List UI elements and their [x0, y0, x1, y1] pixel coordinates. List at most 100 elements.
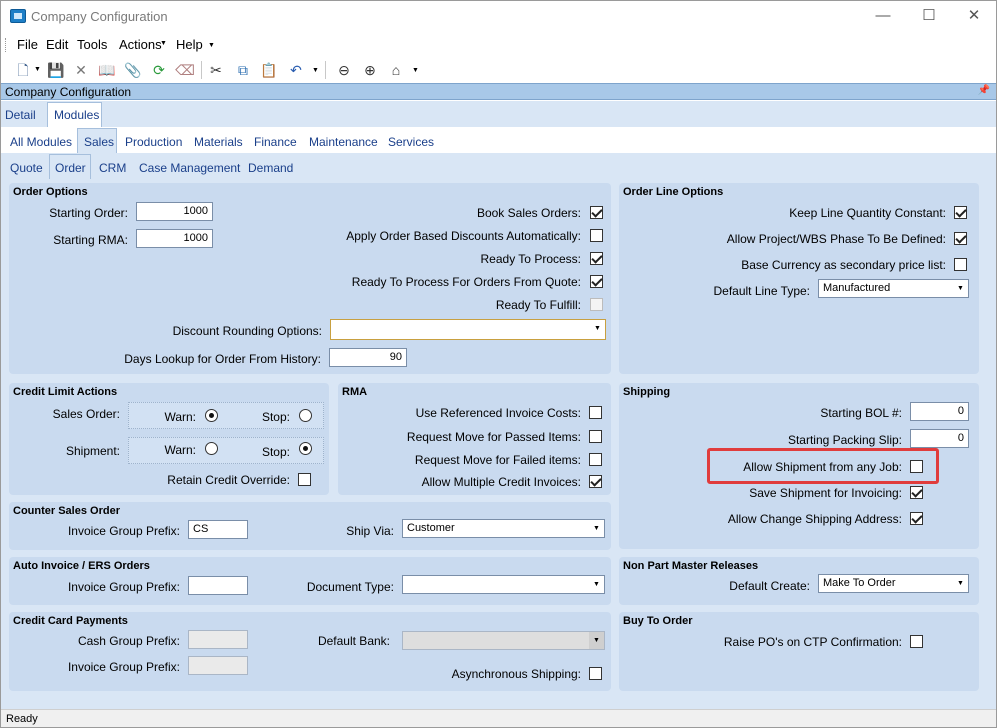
group-title: Buy To Order: [623, 615, 693, 627]
chevron-down-icon[interactable]: ▼: [312, 67, 319, 74]
group-title: Order Line Options: [623, 186, 724, 198]
forward-icon[interactable]: ⊕: [360, 60, 380, 80]
copy-icon[interactable]: ⧉: [233, 60, 253, 80]
menu-actions[interactable]: Actions: [119, 37, 162, 52]
document-type-label: Document Type:: [306, 580, 394, 594]
attach-icon[interactable]: 📎: [123, 60, 143, 80]
base-currency-label: Base Currency as secondary price list:: [741, 258, 946, 272]
ready-from-quote-label: Ready To Process For Orders From Quote:: [351, 275, 581, 289]
panel-header: Company Configuration 📌: [1, 83, 996, 100]
apply-discounts-checkbox[interactable]: [590, 229, 603, 242]
chevron-down-icon[interactable]: ▼: [589, 520, 604, 537]
status-text: Ready: [6, 713, 38, 725]
tab-sales[interactable]: Sales: [77, 128, 117, 153]
cut-icon[interactable]: ✂: [206, 60, 226, 80]
days-lookup-field[interactable]: 90: [329, 348, 407, 367]
highlight-box: [707, 448, 939, 484]
starting-order-field[interactable]: 1000: [136, 202, 213, 221]
chevron-down-icon[interactable]: ▼: [590, 320, 605, 337]
menu-tools[interactable]: Tools: [77, 37, 107, 52]
toolbar: 🗋 ▼ 💾 ✕ 📖 📎 ⟳ ⌫ ✂ ⧉ 📋 ↶ ▼ ⊖ ⊕ ⌂ ▼: [1, 57, 996, 83]
async-shipping-checkbox[interactable]: [589, 667, 602, 680]
default-bank-label: Default Bank:: [317, 634, 390, 648]
home-icon[interactable]: ⌂: [386, 60, 406, 80]
starting-bol-field[interactable]: 0: [910, 402, 969, 421]
save-shipment-label: Save Shipment for Invoicing:: [749, 486, 902, 500]
menu-help[interactable]: Help: [176, 37, 203, 52]
book-icon[interactable]: 📖: [97, 60, 117, 80]
raise-po-checkbox[interactable]: [910, 635, 923, 648]
back-icon[interactable]: ⊖: [334, 60, 354, 80]
refresh-icon[interactable]: ⟳: [149, 60, 169, 80]
starting-packing-field[interactable]: 0: [910, 429, 969, 448]
sales-order-label: Sales Order:: [52, 407, 120, 421]
menu-file[interactable]: File: [17, 37, 38, 52]
ship-via-select[interactable]: Customer ▼: [402, 519, 605, 538]
starting-rma-field[interactable]: 1000: [136, 229, 213, 248]
chevron-down-icon[interactable]: ▼: [589, 576, 604, 593]
maximize-icon[interactable]: ☐: [906, 1, 952, 32]
document-type-select[interactable]: ▼: [402, 575, 605, 594]
ready-to-fulfill-label: Ready To Fulfill:: [495, 298, 581, 312]
group-title: Non Part Master Releases: [623, 560, 759, 572]
chevron-down-icon: ▼: [160, 40, 167, 47]
request-failed-checkbox[interactable]: [589, 453, 602, 466]
save-shipment-checkbox[interactable]: [910, 486, 923, 499]
chevron-down-icon[interactable]: ▼: [953, 575, 968, 592]
paste-icon[interactable]: 📋: [259, 60, 279, 80]
buy-to-order-group: Buy To Order: [619, 612, 979, 691]
new-icon[interactable]: 🗋: [13, 60, 33, 80]
delete-icon[interactable]: ✕: [71, 60, 91, 80]
invoice-prefix-field[interactable]: [188, 576, 248, 595]
tab-modules[interactable]: Modules: [47, 102, 102, 127]
allow-project-checkbox[interactable]: [954, 232, 967, 245]
pin-icon[interactable]: 📌: [978, 85, 990, 96]
invoice-prefix-field[interactable]: CS: [188, 520, 248, 539]
ready-to-process-checkbox[interactable]: [590, 252, 603, 265]
retain-override-checkbox[interactable]: [298, 473, 311, 486]
allow-multiple-label: Allow Multiple Credit Invoices:: [421, 475, 581, 489]
use-referenced-checkbox[interactable]: [589, 406, 602, 419]
minimize-icon[interactable]: —: [860, 1, 906, 32]
default-create-select[interactable]: Make To Order ▼: [818, 574, 969, 593]
retain-override-label: Retain Credit Override:: [167, 473, 290, 487]
default-create-label: Default Create:: [729, 579, 810, 593]
ready-from-quote-checkbox[interactable]: [590, 275, 603, 288]
menu-edit[interactable]: Edit: [46, 37, 68, 52]
eraser-icon[interactable]: ⌫: [175, 60, 195, 80]
book-sales-orders-checkbox[interactable]: [590, 206, 603, 219]
close-icon[interactable]: ✕: [951, 1, 996, 32]
title-bar: Company Configuration — ☐ ✕: [1, 1, 996, 32]
discount-rounding-select[interactable]: ▼: [330, 319, 606, 340]
app-icon: [10, 9, 26, 23]
allow-multiple-checkbox[interactable]: [589, 475, 602, 488]
book-sales-orders-label: Book Sales Orders:: [476, 206, 581, 220]
use-referenced-label: Use Referenced Invoice Costs:: [415, 406, 581, 420]
allow-change-address-checkbox[interactable]: [910, 512, 923, 525]
keep-line-qty-checkbox[interactable]: [954, 206, 967, 219]
group-title: Credit Limit Actions: [13, 386, 118, 398]
default-line-type-select[interactable]: Manufactured ▼: [818, 279, 969, 298]
starting-packing-label: Starting Packing Slip:: [787, 433, 902, 447]
chevron-down-icon[interactable]: ▼: [953, 280, 968, 297]
default-create-value: Make To Order: [823, 577, 896, 589]
sales-order-stop-radio[interactable]: [299, 409, 312, 422]
chevron-down-icon[interactable]: ▼: [34, 66, 41, 73]
ready-to-fulfill-checkbox: [590, 298, 603, 311]
chevron-down-icon[interactable]: ▼: [412, 67, 419, 74]
undo-icon[interactable]: ↶: [286, 60, 306, 80]
base-currency-checkbox[interactable]: [954, 258, 967, 271]
tab-order[interactable]: Order: [49, 154, 91, 179]
shipment-warn-radio[interactable]: [205, 442, 218, 455]
invoice-prefix-field: [188, 656, 248, 675]
request-failed-label: Request Move for Failed items:: [414, 453, 581, 467]
shipment-stop-radio[interactable]: [299, 442, 312, 455]
starting-rma-label: Starting RMA:: [53, 233, 128, 247]
sales-order-warn-radio[interactable]: [205, 409, 218, 422]
module-tab-row: All Modules Sales Production Materials F…: [1, 127, 996, 153]
sales-tab-row: Quote Order CRM Case Management Demand: [1, 153, 996, 179]
save-icon[interactable]: 💾: [46, 60, 66, 80]
request-passed-checkbox[interactable]: [589, 430, 602, 443]
discount-rounding-label: Discount Rounding Options:: [172, 324, 322, 338]
window-title: Company Configuration: [31, 9, 168, 24]
